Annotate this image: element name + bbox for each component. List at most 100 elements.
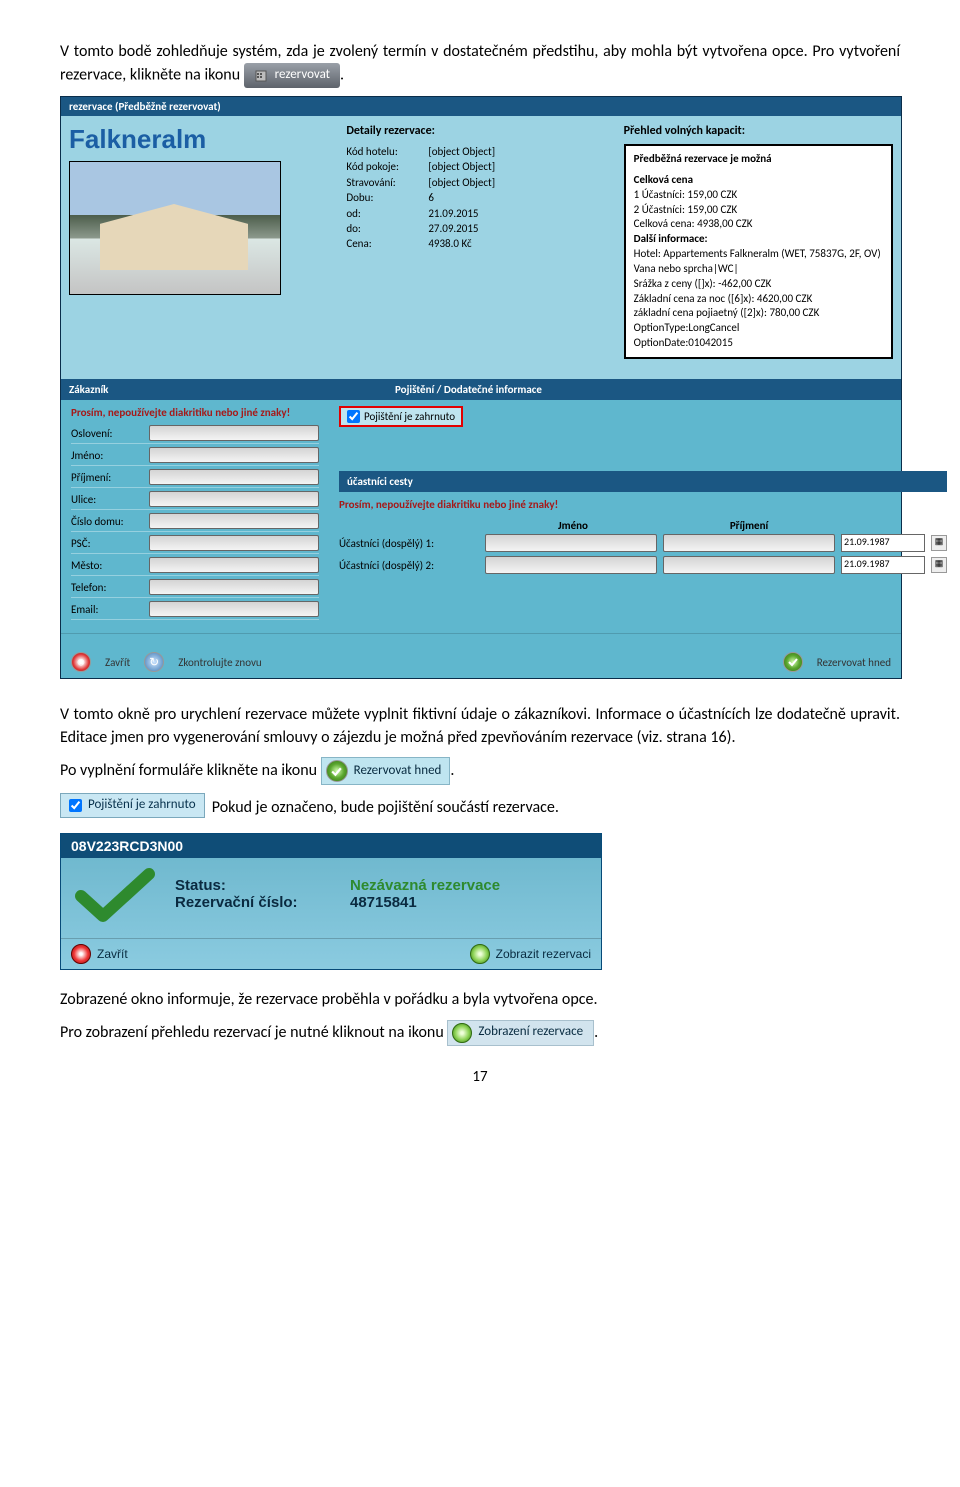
traveller-hdr-name: Jméno <box>485 519 661 532</box>
insurance-text: Pokud je označeno, bude pojištění součás… <box>212 798 559 817</box>
text-input[interactable] <box>149 513 319 529</box>
diacritics-warning-2: Prosím, nepoužívejte diakritiku nebo jin… <box>339 498 947 511</box>
capacity-box: Předběžná rezervace je možná Celková cen… <box>624 144 893 359</box>
text-input[interactable] <box>149 601 319 617</box>
capacity-line: Celková cena: 4938,00 CZK <box>634 217 883 232</box>
field-label: Příjmení: <box>71 471 149 484</box>
detail-value: 27.09.2015 <box>428 221 478 236</box>
section-bar-travellers: účastníci cesty <box>339 471 947 492</box>
close-label[interactable]: Zavřít <box>105 656 130 669</box>
insurance-chip-label: Pojištění je zahrnuto <box>88 796 196 815</box>
check-icon <box>326 760 348 782</box>
paragraph-3: Po vyplnění formuláře klikněte na ikonu … <box>60 757 900 785</box>
field-label: Telefon: <box>71 581 149 594</box>
capacity-line: OptionType:LongCancel <box>634 321 883 336</box>
details-header: Detaily rezervace: <box>346 124 615 138</box>
traveller-surname-input[interactable] <box>663 556 835 574</box>
tab-bar: rezervace (Předběžně rezervovat) <box>61 97 901 116</box>
status-key: Status: <box>175 877 350 894</box>
text-input[interactable] <box>149 447 319 463</box>
text-input[interactable] <box>149 557 319 573</box>
capacity-possible: Předběžná rezervace je možná <box>634 152 883 167</box>
insurance-included-highlight[interactable]: Pojištění je zahrnuto <box>339 406 463 427</box>
detail-key: Dobu: <box>346 190 428 205</box>
insurance-chip[interactable]: Pojištění je zahrnuto <box>60 793 205 818</box>
field-label: Oslovení: <box>71 427 149 440</box>
text-input[interactable] <box>149 579 319 595</box>
detail-key: od: <box>346 206 428 221</box>
building-icon <box>254 68 272 82</box>
status-show-button[interactable]: Zobrazit rezervaci <box>470 944 591 964</box>
calendar-icon[interactable]: ▦ <box>931 535 947 551</box>
reserve-now-chip[interactable]: Rezervovat hned <box>321 757 451 785</box>
reserve-button-inline[interactable]: rezervovat <box>244 63 340 88</box>
capacity-price-hdr: Celková cena <box>634 173 883 188</box>
customer-field-row: Telefon: <box>71 579 319 598</box>
status-show-label: Zobrazit rezervaci <box>496 947 591 961</box>
detail-value: [object Object] <box>428 175 495 190</box>
calendar-icon[interactable]: ▦ <box>931 557 947 573</box>
capacity-line: 1 Účastníci: 159,00 CZK <box>634 188 883 203</box>
field-label: Město: <box>71 559 149 572</box>
text-input[interactable] <box>149 535 319 551</box>
capacity-header: Přehled volných kapacit: <box>624 124 893 138</box>
traveller-name-input[interactable] <box>485 534 657 552</box>
col-details: Detaily rezervace: Kód hotelu:[object Ob… <box>346 124 615 359</box>
traveller-birthdate[interactable]: 21.09.1987 <box>841 534 925 552</box>
traveller-header-row: Jméno Příjmení <box>339 517 947 534</box>
detail-value: [object Object] <box>428 144 495 159</box>
reserve-now-icon[interactable] <box>783 652 803 672</box>
insurance-checkbox[interactable] <box>347 410 360 423</box>
insurance-chip-checkbox[interactable] <box>69 799 82 812</box>
screenshot-reservation-form: rezervace (Předběžně rezervovat) Falkner… <box>60 96 902 679</box>
reservation-code: 08V223RCD3N00 <box>61 834 601 858</box>
close-icon[interactable]: ⦸ <box>71 652 91 672</box>
paragraph-3-text: Po vyplnění formuláře klikněte na ikonu <box>60 761 317 780</box>
customer-field-row: Email: <box>71 601 319 620</box>
status-close-button[interactable]: Zavřít <box>71 944 128 964</box>
capacity-line: 2 Účastníci: 159,00 CZK <box>634 203 883 218</box>
customer-field-row: Ulice: <box>71 491 319 510</box>
paragraph-5: Pro zobrazení přehledu rezervací je nutn… <box>60 1020 900 1046</box>
customer-field-row: Oslovení: <box>71 425 319 444</box>
insurance-checkbox-label: Pojištění je zahrnuto <box>364 410 455 423</box>
traveller-surname-input[interactable] <box>663 534 835 552</box>
text-input[interactable] <box>149 491 319 507</box>
capacity-line: Vana nebo sprcha|WC| <box>634 262 883 277</box>
screenshot-reservation-status: 08V223RCD3N00 Status: Nezávazná rezervac… <box>60 833 602 970</box>
green-ball-icon <box>452 1023 472 1043</box>
col-capacity: Přehled volných kapacit: Předběžná rezer… <box>624 124 893 359</box>
detail-key: do: <box>346 221 428 236</box>
capacity-line: Hotel: Appartements Falkneralm (WET, 758… <box>634 247 883 262</box>
customer-field-row: Město: <box>71 557 319 576</box>
resnum-value: 48715841 <box>350 894 417 911</box>
resnum-key: Rezervační číslo: <box>175 894 350 911</box>
status-close-label: Zavřít <box>97 947 128 961</box>
traveller-name-input[interactable] <box>485 556 657 574</box>
detail-value: 6 <box>428 190 434 205</box>
capacity-line: Základní cena za noc ([6]x): 4620,00 CZK <box>634 292 883 307</box>
intro-text: V tomto bodě zohledňuje systém, zda je z… <box>60 42 900 84</box>
detail-key: Kód hotelu: <box>346 144 428 159</box>
recheck-icon[interactable]: ↻ <box>144 652 164 672</box>
status-value: Nezávazná rezervace <box>350 877 500 894</box>
reserve-now-chip-label: Rezervovat hned <box>354 762 442 781</box>
text-input[interactable] <box>149 425 319 441</box>
hotel-title: Falkneralm <box>69 124 338 155</box>
col-hotel: Falkneralm <box>69 124 338 359</box>
customer-field-row: Příjmení: <box>71 469 319 488</box>
field-label: Číslo domu: <box>71 515 149 528</box>
recheck-label[interactable]: Zkontrolujte znovu <box>178 656 262 669</box>
show-reservation-chip[interactable]: Zobrazení rezervace <box>447 1020 594 1046</box>
customer-field-row: Číslo domu: <box>71 513 319 532</box>
traveller-hdr-surname: Příjmení <box>661 519 837 532</box>
big-check-icon <box>75 866 155 922</box>
reserve-now-label[interactable]: Rezervovat hned <box>817 656 891 669</box>
text-input[interactable] <box>149 469 319 485</box>
detail-key: Stravování: <box>346 175 428 190</box>
show-reservation-chip-label: Zobrazení rezervace <box>478 1023 583 1042</box>
field-label: Ulice: <box>71 493 149 506</box>
traveller-birthdate[interactable]: 21.09.1987 <box>841 556 925 574</box>
capacity-line: OptionDate:01042015 <box>634 336 883 351</box>
reserve-button-label: rezervovat <box>275 67 330 82</box>
